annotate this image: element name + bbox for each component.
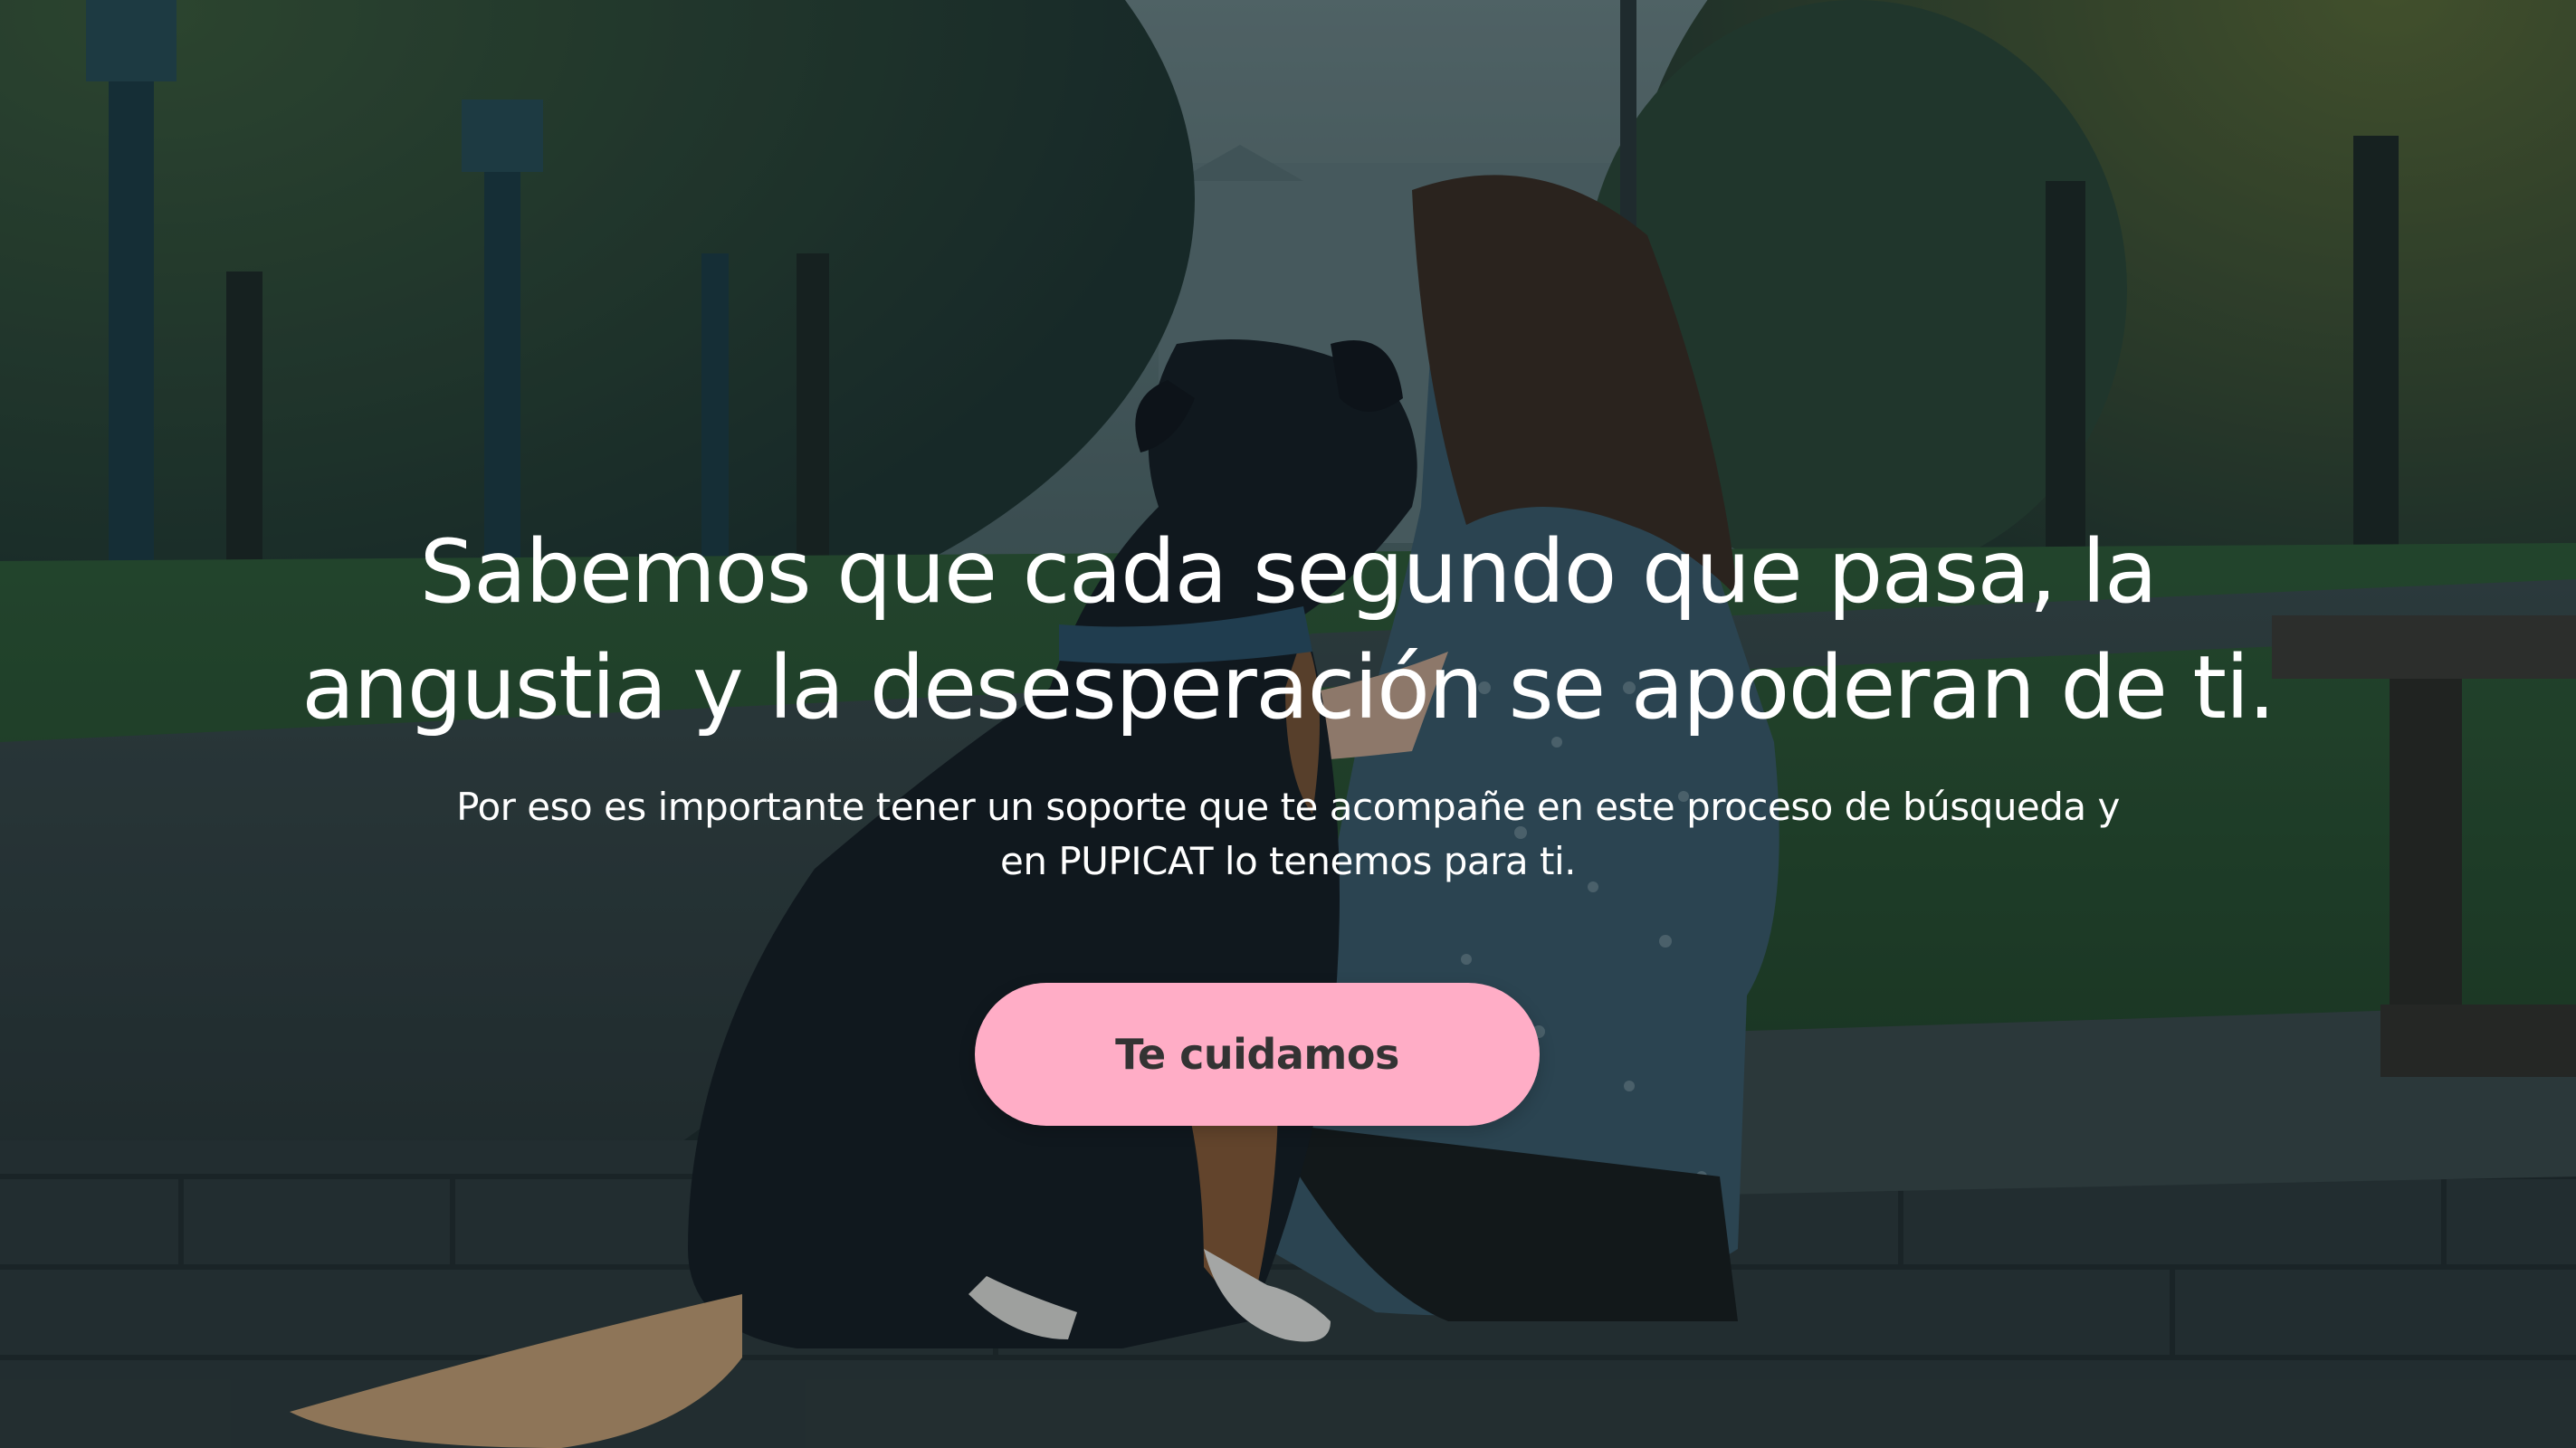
hero-content: Sabemos que cada segundo que pasa, la an… (0, 0, 2576, 1448)
te-cuidamos-button[interactable]: Te cuidamos (975, 983, 1540, 1126)
headline-line-1: Sabemos que cada segundo que pasa, la (419, 521, 2158, 623)
hero-subtext: Por eso es importante tener un soporte q… (344, 780, 2232, 889)
headline-line-2: angustia y la desesperación se apoderan … (301, 637, 2275, 738)
subtext-line-2: en PUPICAT lo tenemos para ti. (1000, 839, 1576, 883)
hero-section: Sabemos que cada segundo que pasa, la an… (0, 0, 2576, 1448)
subtext-line-1: Por eso es importante tener un soporte q… (456, 785, 2120, 829)
hero-headline: Sabemos que cada segundo que pasa, la an… (163, 514, 2413, 746)
